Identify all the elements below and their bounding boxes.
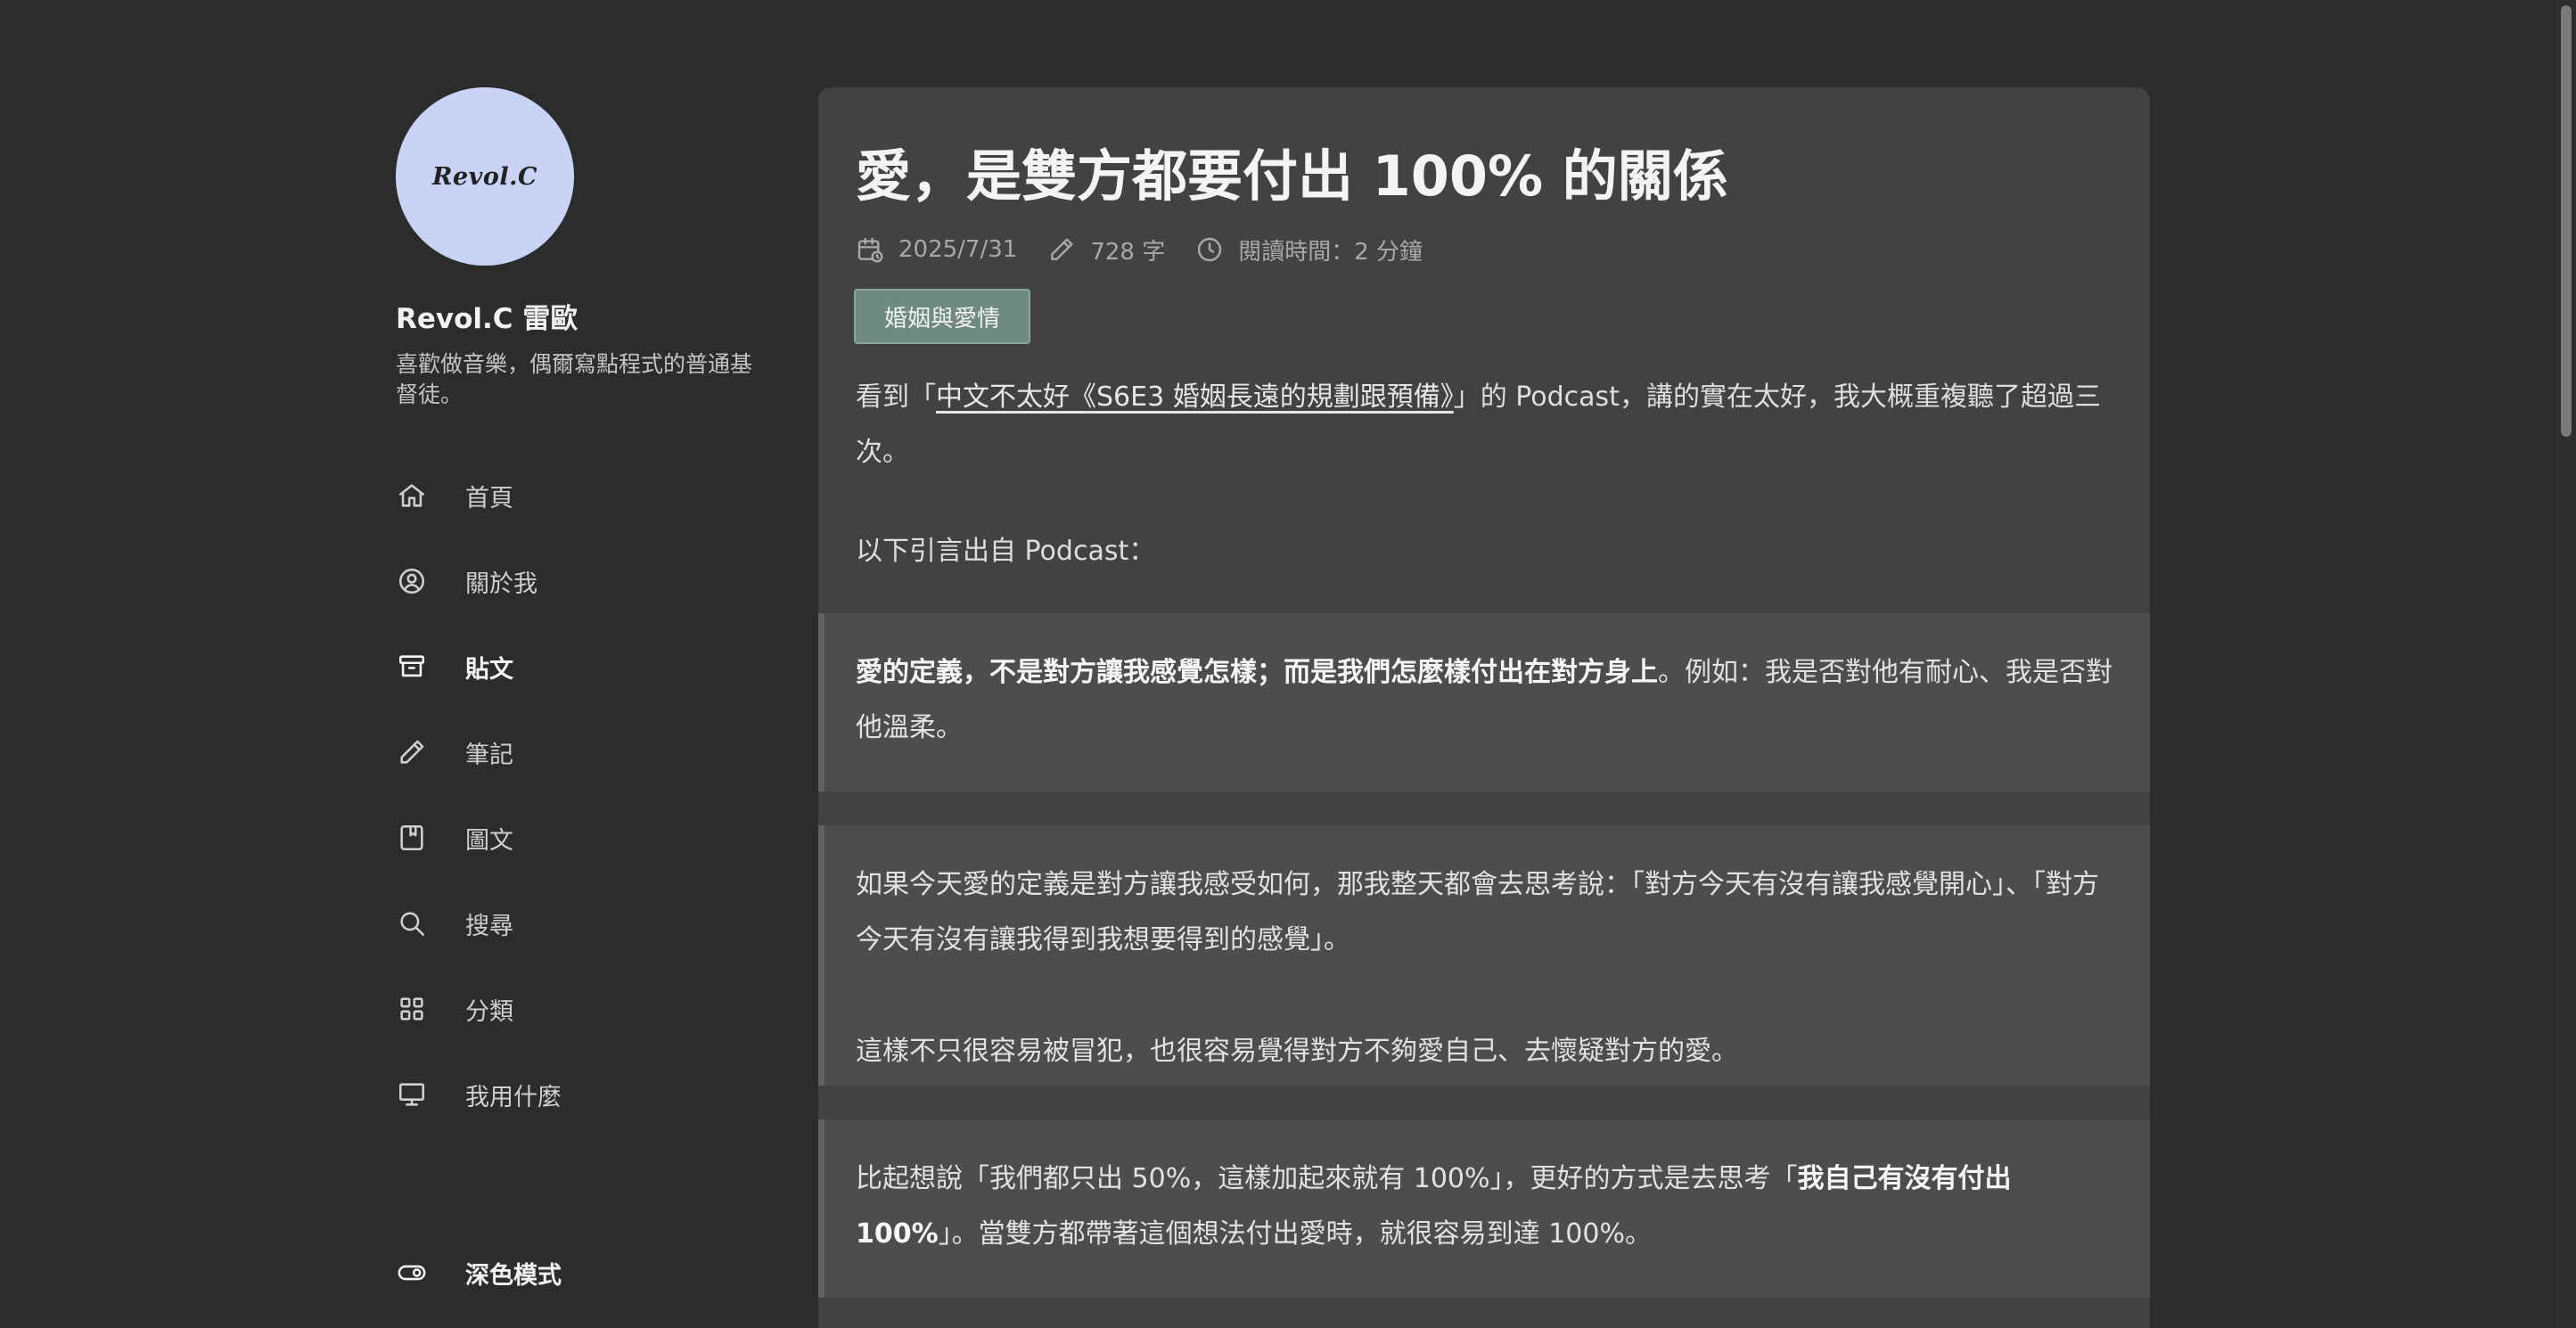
dark-mode-label: 深色模式: [465, 1261, 562, 1290]
page: Revol.C Revol.C 雷歐 喜歡做音樂，偶爾寫點程式的普通基督徒。 首…: [0, 0, 2576, 1328]
sidebar-item-label: 筆記: [465, 741, 513, 769]
article-date: 2025/7/31: [898, 236, 1018, 263]
quote-bold-text: 愛的定義，不是對方讓我感覺怎樣；而是我們怎麼樣付出在對方身上: [856, 657, 1658, 688]
avatar[interactable]: Revol.C: [396, 87, 574, 266]
avatar-logo-text: Revol.C: [432, 162, 537, 191]
sidebar-item-gallery[interactable]: 圖文: [396, 795, 770, 881]
article-word-count: 728 字: [1090, 238, 1166, 266]
sidebar-item-home[interactable]: 首頁: [396, 453, 770, 538]
sidebar-item-label: 分類: [465, 997, 513, 1026]
article-card: 愛，是雙方都要付出 100% 的關係 2025/7/31 728 字 閱讀時間：…: [818, 87, 2150, 1328]
toggle-icon: [396, 1257, 428, 1289]
sidebar-item-uses[interactable]: 我用什麼: [396, 1052, 770, 1137]
blockquote-2-lower: 這樣不只很容易被冒犯，也很容易覺得對方不夠愛自己、去懷疑對方的愛。: [818, 1030, 2150, 1086]
pencil-icon: [1051, 238, 1073, 260]
home-icon: [396, 480, 428, 512]
meta-date: 2025/7/31: [856, 235, 1017, 264]
podcast-link[interactable]: 中文不太好《S6E3 婚姻長遠的規劃跟預備》: [936, 381, 1454, 413]
quote-text: 」。當雙方都帶著這個想法付出愛時，就很容易到達 100%。: [938, 1218, 1652, 1250]
sidebar-item-categories[interactable]: 分類: [396, 966, 770, 1052]
article-title: 愛，是雙方都要付出 100% 的關係: [856, 143, 1728, 209]
sidebar-item-posts[interactable]: 貼文: [396, 624, 770, 709]
sidebar-item-label: 首頁: [465, 484, 513, 512]
pencil-icon: [396, 736, 428, 768]
monitor-icon: [396, 1078, 428, 1111]
blockquote-1: 愛的定義，不是對方讓我感覺怎樣；而是我們怎麼樣付出在對方身上。例如：我是否對他有…: [818, 613, 2150, 791]
quote-text: 比起想說「我們都只出 50%，這樣加起來就有 100%」，更好的方式是去思考「: [856, 1163, 1798, 1194]
calendar-clock-icon: [857, 237, 883, 263]
meta-reading-time: 閱讀時間：2 分鐘: [1195, 234, 1423, 266]
search-icon: [396, 907, 428, 939]
blockquote-3-text: 比起想說「我們都只出 50%，這樣加起來就有 100%」，更好的方式是去思考「我…: [856, 1152, 2121, 1262]
grid-icon: [396, 993, 428, 1025]
sidebar-item-about[interactable]: 關於我: [396, 538, 770, 624]
clock-icon: [1198, 237, 1222, 262]
blockquote-1-text: 愛的定義，不是對方讓我感覺怎樣；而是我們怎麼樣付出在對方身上。例如：我是否對他有…: [856, 645, 2121, 756]
scrollbar[interactable]: [2556, 0, 2576, 1328]
blockquote-3: 比起想說「我們都只出 50%，這樣加起來就有 100%」，更好的方式是去思考「我…: [818, 1119, 2150, 1298]
sidebar-nav: 首頁 關於我 貼文 筆記 圖文 搜尋 分類 我用什麼: [396, 453, 770, 1137]
sidebar-item-label: 圖文: [465, 826, 513, 855]
user-circle-icon: [396, 565, 428, 597]
intro-paragraph: 看到「中文不太好《S6E3 婚姻長遠的規劃跟預備》」的 Podcast，講的實在…: [856, 370, 2121, 480]
category-tag[interactable]: 婚姻與愛情: [854, 289, 1031, 344]
sidebar-item-notes[interactable]: 筆記: [396, 709, 770, 795]
sidebar-item-label: 貼文: [465, 655, 513, 684]
sidebar-item-label: 我用什麼: [465, 1083, 562, 1111]
dark-mode-toggle[interactable]: 深色模式: [396, 1248, 562, 1298]
article-reading-time: 閱讀時間：2 分鐘: [1238, 238, 1423, 266]
archive-icon: [396, 651, 428, 683]
sidebar-item-label: 關於我: [465, 570, 537, 598]
intro-prefix: 看到「: [856, 381, 936, 413]
quote-intro: 以下引言出自 Podcast：: [856, 536, 1156, 567]
article-meta: 2025/7/31 728 字 閱讀時間：2 分鐘: [856, 232, 1453, 267]
site-name[interactable]: Revol.C 雷歐: [396, 301, 770, 337]
blockquote-2-paragraph-2: 這樣不只很容易被冒犯，也很容易覺得對方不夠愛自己、去懷疑對方的愛。: [856, 1036, 1738, 1067]
bookmark-book-icon: [396, 822, 428, 854]
blockquote-2-paragraph-1: 如果今天愛的定義是對方讓我感受如何，那我整天都會去思考說：「對方今天有沒有讓我感…: [856, 869, 2099, 955]
scrollbar-thumb[interactable]: [2561, 5, 2572, 437]
meta-word-count: 728 字: [1047, 234, 1165, 266]
sidebar-item-search[interactable]: 搜尋: [396, 881, 770, 966]
site-description: 喜歡做音樂，偶爾寫點程式的普通基督徒。: [396, 351, 753, 407]
sidebar-item-label: 搜尋: [465, 912, 513, 940]
sidebar: Revol.C Revol.C 雷歐 喜歡做音樂，偶爾寫點程式的普通基督徒。 首…: [396, 87, 770, 1328]
